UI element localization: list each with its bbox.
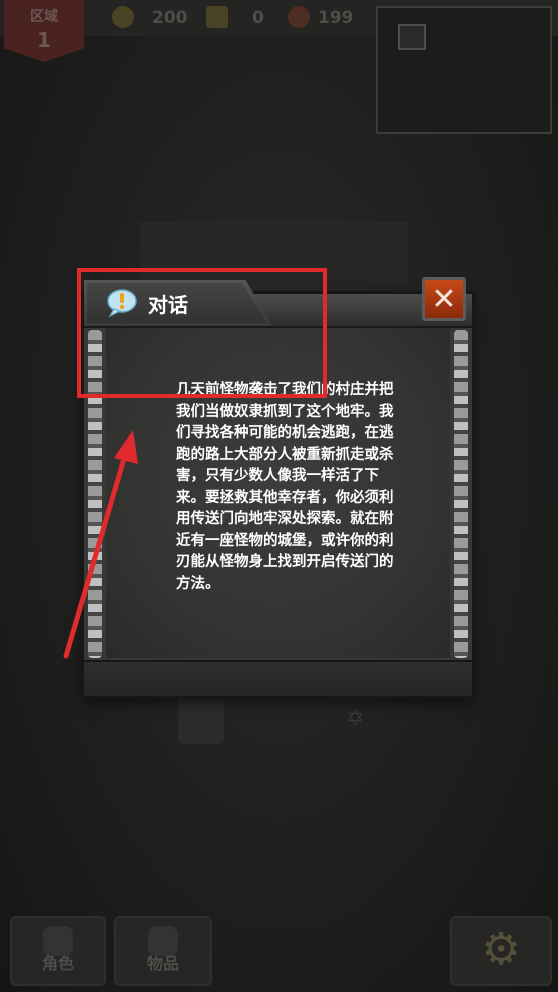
annotation-arrow xyxy=(63,430,138,659)
